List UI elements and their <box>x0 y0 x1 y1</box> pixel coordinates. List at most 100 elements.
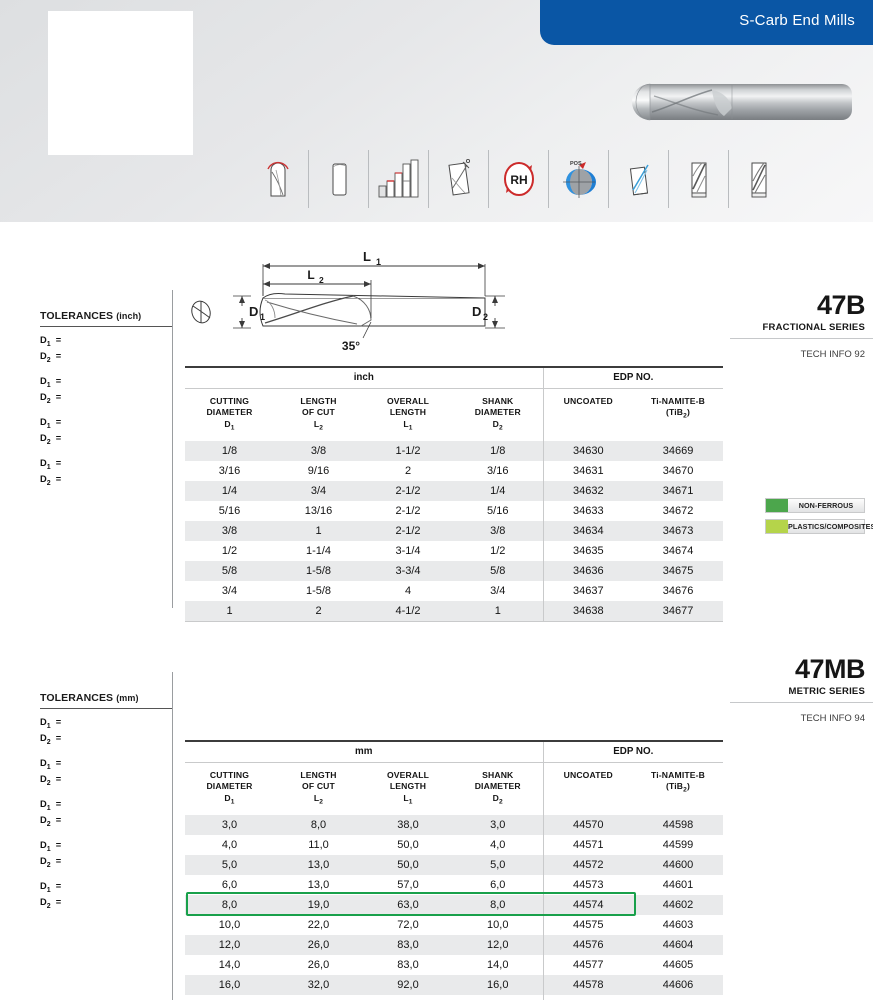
table-row[interactable]: 5,0 13,0 50,0 5,0 44572 44600 <box>185 855 724 876</box>
table-row[interactable]: 1/4 3/4 2-1/2 1/4 34632 34671 <box>185 481 724 502</box>
column-header: SHANK DIAMETER D2 <box>453 389 543 442</box>
tolerance-group: D1 = D2 = <box>40 798 172 830</box>
fractional-table-body: 1/8 3/8 1-1/2 1/8 34630 34669 3/16 9/16 2 3/16 346… <box>185 441 724 623</box>
svg-text:1: 1 <box>260 312 265 322</box>
column-header-line2: DIAMETER <box>474 407 521 418</box>
table-cell: 2-1/2 <box>363 481 453 502</box>
tolerance-d2: D2 = <box>40 392 67 405</box>
table-cell: 2-1/2 <box>363 521 453 542</box>
column-header-symbol: L2 <box>313 418 324 432</box>
table-column-header-row: CUTTING DIAMETER D1 LENGTH OF CUT L2 OVERALL LE… <box>185 388 723 442</box>
table-cell: 11,0 <box>308 839 329 852</box>
table-row[interactable]: 14,0 26,0 83,0 14,0 44577 44605 <box>185 955 723 976</box>
table-cell: 44605 <box>662 959 694 972</box>
table-cell: 34630 <box>542 441 634 462</box>
table-cell: 8,0 <box>274 815 363 836</box>
table-row[interactable]: 8,0 19,0 63,0 8,0 44574 44602 <box>185 895 724 916</box>
table-cell: 44598 <box>633 815 724 836</box>
tolerance-d2: D2 = <box>40 856 67 869</box>
table-cell: 1/2 <box>221 545 238 558</box>
table-row[interactable]: 10,0 22,0 72,0 10,0 44575 44603 <box>185 915 723 936</box>
column-header: UNCOATED <box>542 762 633 816</box>
column-header-line1: SHANK <box>482 396 514 406</box>
table-cell: 16,0 <box>185 975 274 996</box>
table-cell: 14,0 <box>218 959 241 972</box>
tolerances-mm-title: TOLERANCES (mm) <box>40 692 172 709</box>
table-row[interactable]: 3/16 9/16 2 3/16 34631 34670 <box>185 461 723 482</box>
tolerance-d2: D2 = <box>40 733 67 746</box>
table-cell: 5/16 <box>218 505 241 518</box>
table-row[interactable]: 1/8 3/8 1-1/2 1/8 34630 34669 <box>185 441 724 462</box>
ball-nose-tip-icon <box>248 150 308 208</box>
table-row[interactable]: 3/8 1 2-1/2 3/8 34634 34673 <box>185 521 724 542</box>
column-header-line2: OF CUT <box>302 407 335 418</box>
coolant-through-icon <box>608 150 668 208</box>
table-row[interactable]: 12,0 26,0 83,0 12,0 44576 44604 <box>185 935 724 956</box>
page-header: S-Carb End Mills RH POS <box>0 0 873 222</box>
column-header-symbol: L1 <box>403 418 413 432</box>
table-cell: 1/8 <box>453 441 544 462</box>
table-cell: 34633 <box>542 501 634 522</box>
table-row[interactable]: 16,0 32,0 92,0 16,0 44578 44606 <box>185 975 724 996</box>
column-header-line1: UNCOATED <box>563 396 613 406</box>
table-cell: 34675 <box>633 561 724 582</box>
column-header-line2: (TiB2) <box>666 781 690 795</box>
column-header-line2: OF CUT <box>302 781 335 792</box>
product-photo <box>628 78 860 126</box>
table-row[interactable]: 4,0 11,0 50,0 4,0 44571 44599 <box>185 835 723 856</box>
table-column-header-row: CUTTING DIAMETER D1 LENGTH OF CUT L2 OVERALL LE… <box>185 762 723 816</box>
table-cell: 3/16 <box>487 465 509 478</box>
table-row[interactable]: 6,0 13,0 57,0 6,0 44573 44601 <box>185 875 723 896</box>
svg-text:L: L <box>307 268 314 282</box>
table-cell: 44601 <box>662 879 694 892</box>
table-cell: 44600 <box>633 855 724 876</box>
table-unit-header-row: inch EDP NO. <box>185 366 724 389</box>
series-code-fractional: 47B <box>816 290 866 320</box>
table-cell: 1-1/4 <box>305 545 332 558</box>
tolerance-group: D1 = D2 = <box>40 839 172 871</box>
end-mill-dimension-diagram: L 1 L 2 D 1 D 2 35° <box>185 240 515 360</box>
table-cell: 44576 <box>542 935 633 956</box>
performance-bars-icon <box>368 150 428 208</box>
svg-text:2: 2 <box>319 275 324 285</box>
table-cell: 8,0 <box>185 895 274 916</box>
svg-text:D: D <box>249 304 258 319</box>
tolerances-mm-unit: (mm) <box>116 693 139 703</box>
column-header-symbol: L1 <box>403 792 413 806</box>
table-row[interactable]: 5/8 1-5/8 3-3/4 5/8 34636 34675 <box>185 561 724 582</box>
table-cell: 4-1/2 <box>363 601 453 623</box>
table-cell: 5/16 <box>487 505 509 518</box>
column-header-symbol: D2 <box>492 792 503 806</box>
table-cell: 3/8 <box>185 521 274 542</box>
table-cell: 13,0 <box>307 879 330 892</box>
legend-item-plastics-composites: PLASTICS/COMPOSITES <box>765 519 873 534</box>
edp-group-label: EDP NO. <box>542 366 724 389</box>
table-cell: 44578 <box>542 975 633 996</box>
table-row[interactable]: 1 2 4-1/2 1 34638 34677 <box>185 601 724 623</box>
column-header-line1: UNCOATED <box>563 770 613 780</box>
column-header: CUTTING DIAMETER D1 <box>185 763 274 816</box>
table-cell: 3,0 <box>185 815 274 836</box>
unit-group-label: inch <box>185 366 544 389</box>
positive-rake-globe-icon: POS <box>548 150 608 208</box>
table-cell: 83,0 <box>397 959 419 972</box>
table-row[interactable]: 5/16 13/16 2-1/2 5/16 34633 34672 <box>185 501 723 522</box>
table-cell: 1/2 <box>490 545 506 558</box>
table-row[interactable]: 20,038,0104,020,04457944607 <box>185 995 723 1000</box>
column-header-line2: DIAMETER <box>206 407 253 418</box>
table-cell: 1/4 <box>453 481 544 502</box>
table-cell: 34676 <box>662 585 694 598</box>
table-cell: 4,0 <box>490 839 506 852</box>
column-divider-fractional <box>172 290 173 608</box>
table-cell: 44579 <box>542 995 633 1000</box>
tolerance-d1: D1 = <box>40 458 67 471</box>
column-header: LENGTH OF CUT L2 <box>274 763 363 816</box>
table-row[interactable]: 3,0 8,0 38,0 3,0 44570 44598 <box>185 815 724 836</box>
page-title-tab: S-Carb End Mills <box>540 0 873 45</box>
table-cell: 72,0 <box>397 919 419 932</box>
two-flute-icon <box>668 150 728 208</box>
table-cell: 34671 <box>633 481 724 502</box>
table-row[interactable]: 1/2 1-1/4 3-1/4 1/2 34635 34674 <box>185 541 723 562</box>
legend-label-plastics-composites: PLASTICS/COMPOSITES <box>788 522 873 531</box>
table-row[interactable]: 3/4 1-5/8 4 3/4 34637 34676 <box>185 581 723 602</box>
